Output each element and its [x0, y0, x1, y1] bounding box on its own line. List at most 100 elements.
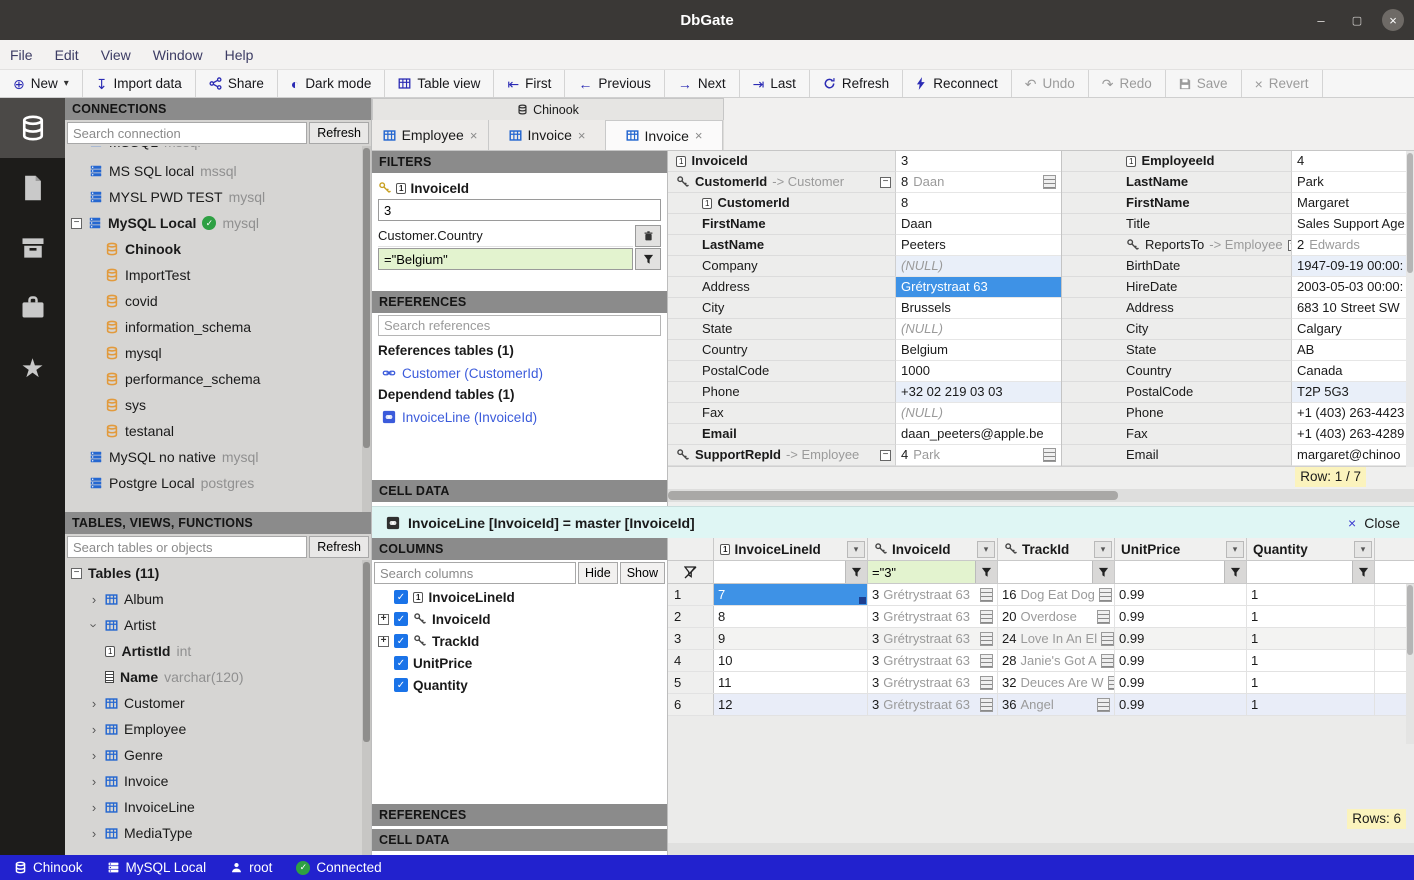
column-item[interactable]: Namevarchar(120)	[65, 664, 371, 690]
form-value[interactable]: 3	[896, 151, 1061, 172]
expand-expander-icon[interactable]: +	[378, 614, 389, 625]
filter-invoiceid-input[interactable]	[378, 199, 661, 221]
grid-cell[interactable]: 3Grétrystraat 63	[868, 672, 998, 693]
form-value[interactable]: 1000	[896, 361, 1061, 382]
grid-cell[interactable]: 1	[1247, 628, 1375, 649]
maximize-button[interactable]: ▢	[1346, 9, 1368, 31]
filter-funnel-icon[interactable]	[1224, 561, 1246, 583]
grid-cell[interactable]: 3Grétrystraat 63	[868, 606, 998, 627]
chevron-down-icon[interactable]: ›	[87, 620, 102, 630]
grid-cell[interactable]: 0.99	[1115, 672, 1247, 693]
open-record-icon[interactable]	[1099, 588, 1112, 602]
form-value[interactable]: Peeters	[896, 235, 1061, 256]
form-value[interactable]: margaret@chinoo	[1292, 445, 1414, 466]
grid-column-quantity[interactable]: Quantity▾	[1247, 538, 1375, 560]
reference-link-customer[interactable]: Customer (CustomerId)	[378, 362, 661, 384]
connection-search-input[interactable]	[67, 122, 307, 144]
grid-cell[interactable]: 12	[714, 694, 868, 715]
connection-item[interactable]: MYSL PWD TESTmysql	[65, 184, 371, 210]
open-record-icon[interactable]	[1043, 175, 1056, 189]
database-item[interactable]: covid	[65, 288, 371, 314]
rail-plugins[interactable]	[0, 278, 65, 338]
form-value[interactable]: (NULL)	[896, 319, 1061, 340]
table-item-customer[interactable]: ›Customer	[65, 690, 371, 716]
menu-window[interactable]: Window	[153, 47, 203, 63]
grid-filter-unitprice[interactable]	[1115, 561, 1224, 583]
grid-cell[interactable]: 1	[1247, 672, 1375, 693]
database-item[interactable]: sys	[65, 392, 371, 418]
filter-funnel-icon[interactable]	[975, 561, 997, 583]
reference-link-invoiceline[interactable]: InvoiceLine (InvoiceId)	[378, 406, 661, 428]
grid-cell[interactable]: 1	[1247, 694, 1375, 715]
column-menu-button[interactable]: ▾	[1354, 541, 1372, 558]
row-number[interactable]: 6	[668, 694, 714, 715]
column-menu-button[interactable]: ▾	[1226, 541, 1244, 558]
tab-employee[interactable]: Employee×	[372, 120, 489, 150]
next-button[interactable]: →Next	[665, 70, 740, 97]
filter-country-input[interactable]	[378, 248, 633, 270]
form-value[interactable]: Belgium	[896, 340, 1061, 361]
form-value[interactable]: 2Edwards	[1292, 235, 1414, 256]
chevron-right-icon[interactable]: ›	[89, 592, 99, 607]
form-value[interactable]: (NULL)	[896, 403, 1061, 424]
row-number[interactable]: 3	[668, 628, 714, 649]
column-menu-button[interactable]: ▾	[847, 541, 865, 558]
collapse-expander-icon[interactable]: −	[880, 450, 891, 461]
close-tab-icon[interactable]: ×	[470, 128, 478, 143]
collapse-expander-icon[interactable]: −	[71, 568, 82, 579]
chevron-right-icon[interactable]: ›	[89, 748, 99, 763]
column-toggle-quantity[interactable]: ✓Quantity	[372, 674, 667, 696]
last-button[interactable]: ⇥Last	[740, 70, 810, 97]
open-record-icon[interactable]	[980, 610, 993, 624]
revert-button[interactable]: ×Revert	[1242, 70, 1323, 97]
connection-item-mysql-local[interactable]: −MySQL Local✓mysql	[65, 210, 371, 236]
connection-item[interactable]: MS SQL localmssql	[65, 158, 371, 184]
references-search-input[interactable]	[378, 315, 661, 336]
close-master-detail-button[interactable]: Close	[1364, 515, 1400, 531]
close-button[interactable]: ×	[1382, 9, 1404, 31]
open-record-icon[interactable]	[980, 676, 993, 690]
open-record-icon[interactable]	[980, 588, 993, 602]
grid-cell[interactable]: 0.99	[1115, 584, 1247, 605]
connections-refresh-button[interactable]: Refresh	[309, 122, 369, 144]
chevron-right-icon[interactable]: ›	[89, 774, 99, 789]
checkbox-checked-icon[interactable]: ✓	[394, 634, 408, 648]
reconnect-button[interactable]: Reconnect	[903, 70, 1012, 97]
open-record-icon[interactable]	[1108, 676, 1115, 690]
grid-column-invoicelineid[interactable]: 1InvoiceLineId▾	[714, 538, 868, 560]
form-value[interactable]: +32 02 219 03 03	[896, 382, 1061, 403]
open-record-icon[interactable]	[1101, 654, 1114, 668]
open-record-icon[interactable]	[1097, 610, 1110, 624]
connections-scrollbar[interactable]	[362, 146, 371, 512]
grid-cell[interactable]: 8	[714, 606, 868, 627]
expand-expander-icon[interactable]: +	[378, 636, 389, 647]
form-scrollbar[interactable]	[1406, 151, 1414, 467]
open-record-icon[interactable]	[980, 632, 993, 646]
checkbox-checked-icon[interactable]: ✓	[394, 656, 408, 670]
checkbox-checked-icon[interactable]: ✓	[394, 590, 408, 604]
undo-button[interactable]: ↶Undo	[1012, 70, 1089, 97]
form-value[interactable]: T2P 5G3	[1292, 382, 1414, 403]
row-number[interactable]: 1	[668, 584, 714, 605]
columns-search-input[interactable]	[374, 562, 576, 584]
open-record-icon[interactable]	[980, 698, 993, 712]
grid-filter-invoicelineid[interactable]	[714, 561, 845, 583]
hide-columns-button[interactable]: Hide	[578, 562, 618, 584]
grid-cell[interactable]: 3Grétrystraat 63	[868, 694, 998, 715]
redo-button[interactable]: ↷Redo	[1089, 70, 1166, 97]
grid-cell[interactable]: 32Deuces Are W	[998, 672, 1115, 693]
close-tab-icon[interactable]: ×	[695, 128, 703, 143]
table-item-artist[interactable]: ›Artist	[65, 612, 371, 638]
tab-invoice-1[interactable]: Invoice×	[489, 120, 606, 150]
table-item-album[interactable]: ›Album	[65, 586, 371, 612]
grid-cell[interactable]: 1	[1247, 650, 1375, 671]
close-tab-icon[interactable]: ×	[578, 128, 586, 143]
form-value[interactable]: +1 (403) 263-4289	[1292, 424, 1414, 445]
dark-mode-button[interactable]: ◐Dark mode	[278, 70, 386, 97]
grid-cell[interactable]: 0.99	[1115, 606, 1247, 627]
menu-edit[interactable]: Edit	[55, 47, 79, 63]
tables-scrollbar[interactable]	[362, 560, 371, 855]
grid-cell-selected[interactable]: 7	[714, 584, 868, 605]
row-number[interactable]: 2	[668, 606, 714, 627]
rail-connections[interactable]	[0, 98, 65, 158]
